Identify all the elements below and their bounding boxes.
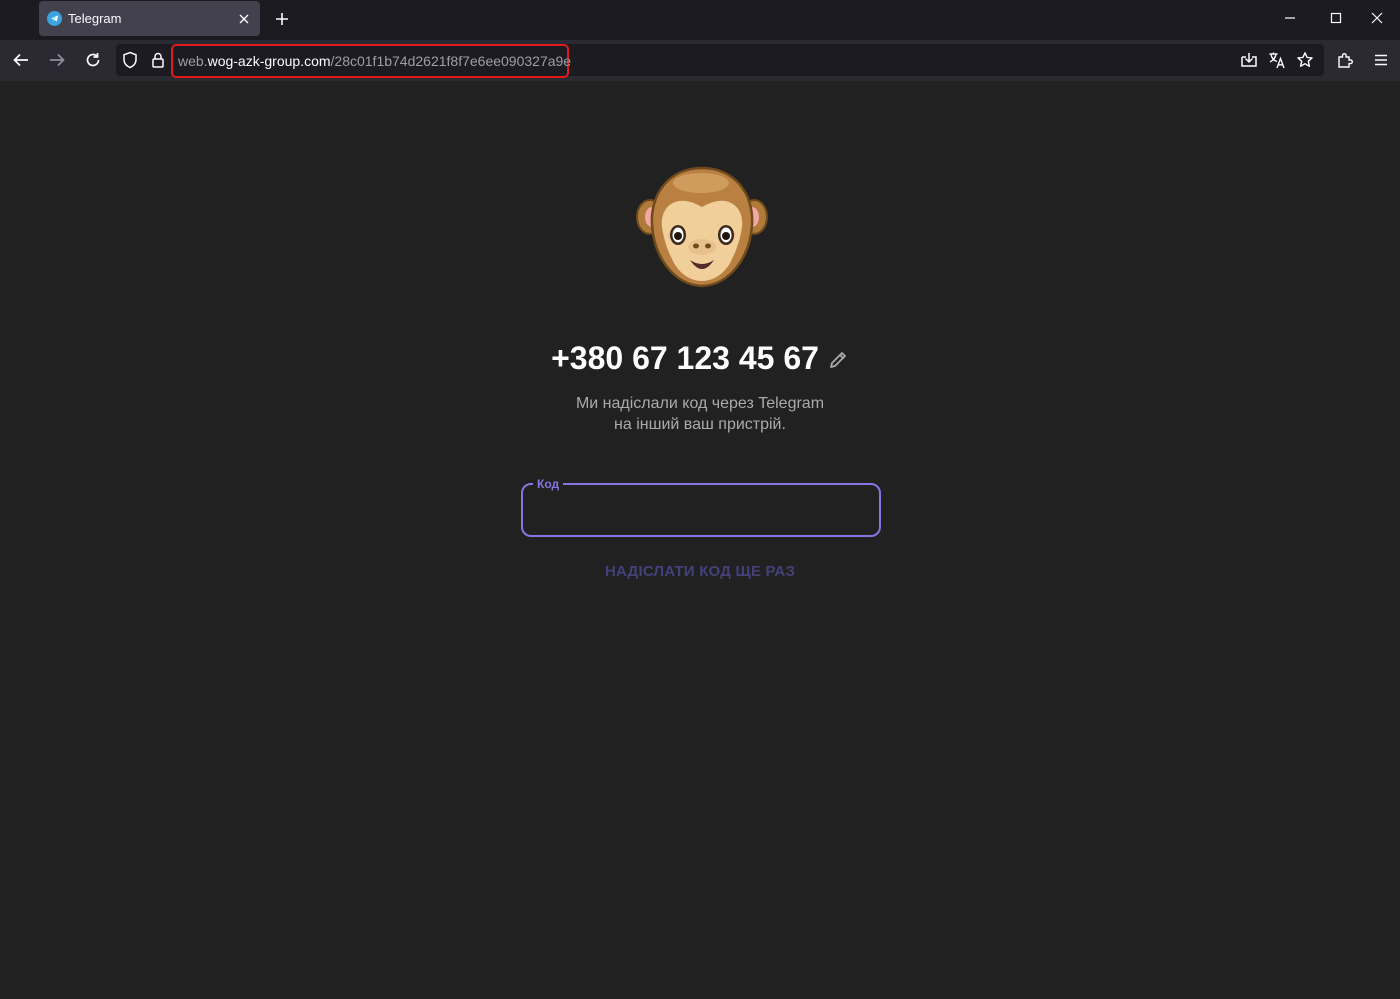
monkey-face-icon (636, 166, 768, 288)
code-input-label: Код (533, 477, 564, 491)
phone-number: +380 67 123 45 67 (551, 340, 819, 376)
tab-telegram[interactable]: Telegram (39, 1, 260, 36)
url-text[interactable]: web.wog-azk-group.com/28c01f1b74d2621f8f… (178, 53, 571, 69)
bookmark-star-icon[interactable] (1296, 51, 1314, 74)
translate-icon[interactable] (1268, 51, 1286, 74)
tab-title: Telegram (68, 11, 122, 26)
back-arrow-icon (13, 53, 28, 67)
close-tab-icon[interactable] (232, 7, 256, 31)
extensions-button[interactable] (1331, 46, 1359, 74)
forward-arrow-icon (50, 53, 65, 67)
subtitle-line-1: Ми надіслали код через Telegram (575, 395, 825, 412)
app-menu-button[interactable] (1367, 46, 1395, 74)
save-to-pocket-icon[interactable] (1240, 51, 1258, 74)
close-window-button[interactable] (1354, 0, 1400, 36)
forward-button[interactable] (43, 46, 71, 74)
subtitle-line-2: на інший ваш пристрій. (614, 416, 786, 433)
resend-code-button[interactable]: НАДІСЛАТИ КОД ЩЕ РАЗ (0, 563, 1400, 580)
hamburger-menu-icon (1375, 54, 1387, 66)
code-sent-description: Ми надіслали код через Telegram на інший… (0, 393, 1400, 435)
maximize-button[interactable] (1313, 0, 1359, 36)
reload-icon (86, 53, 100, 67)
shield-icon[interactable] (122, 51, 138, 74)
puzzle-icon (1338, 53, 1353, 68)
lock-icon[interactable] (151, 51, 165, 74)
url-prefix: web. (178, 53, 208, 69)
url-path: /28c01f1b74d2621f8f7e6ee090327a9e (330, 53, 572, 69)
browser-titlebar: Telegram (0, 0, 1400, 40)
telegram-favicon-icon (47, 11, 62, 26)
new-tab-button[interactable] (269, 6, 295, 32)
edit-pencil-icon[interactable] (827, 342, 849, 379)
back-button[interactable] (7, 46, 35, 74)
phone-number-heading: +380 67 123 45 67 (0, 340, 1400, 379)
reload-button[interactable] (79, 46, 107, 74)
code-input[interactable] (521, 483, 881, 537)
minimize-button[interactable] (1267, 0, 1313, 36)
url-host: wog-azk-group.com (207, 53, 331, 69)
